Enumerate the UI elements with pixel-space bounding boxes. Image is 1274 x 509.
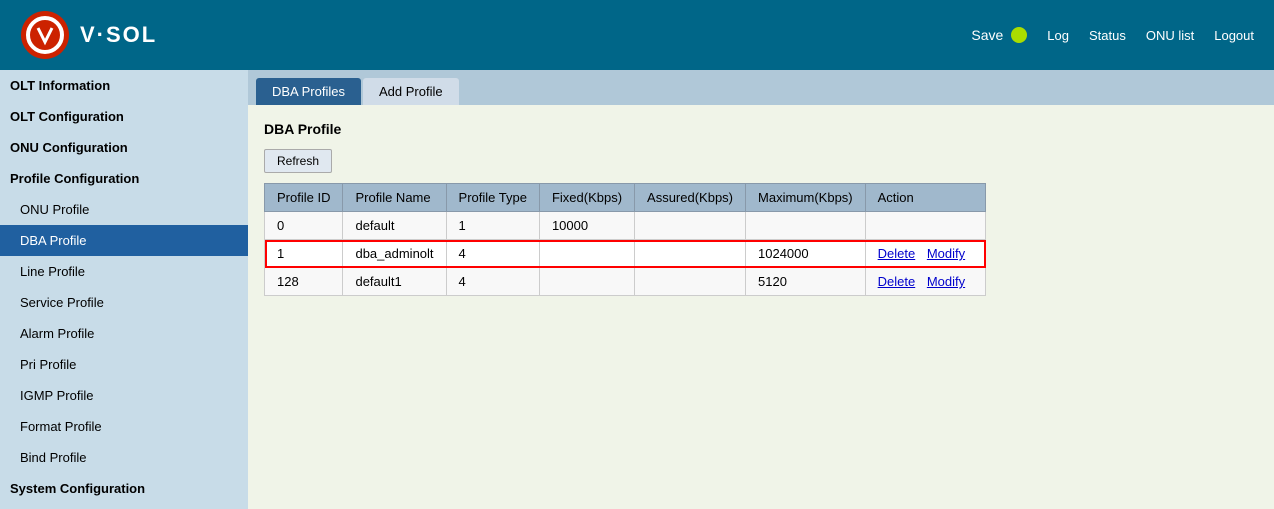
logo-text: V·SOL (80, 22, 157, 48)
sidebar-item-igmp-profile[interactable]: IGMP Profile (0, 380, 248, 411)
vsol-logo-icon (20, 10, 70, 60)
dba-profile-table: Profile ID Profile Name Profile Type Fix… (264, 183, 986, 296)
table-row: 128 default1 4 5120 Delete Modify (265, 268, 986, 296)
sidebar-item-service-profile[interactable]: Service Profile (0, 287, 248, 318)
tab-dba-profiles[interactable]: DBA Profiles (256, 78, 361, 105)
table-row: 1 dba_adminolt 4 1024000 Delete Modify (265, 240, 986, 268)
nav-log[interactable]: Log (1047, 28, 1069, 43)
sidebar-item-system-configuration[interactable]: System Configuration (0, 473, 248, 504)
page-title: DBA Profile (264, 121, 1258, 137)
cell-profile-type: 4 (446, 240, 539, 268)
layout: OLT Information OLT Configuration ONU Co… (0, 70, 1274, 509)
col-action: Action (865, 184, 986, 212)
logo-area: V·SOL (20, 10, 157, 60)
cell-fixed (539, 240, 634, 268)
cell-profile-name: default1 (343, 268, 446, 296)
tab-add-profile[interactable]: Add Profile (363, 78, 459, 105)
cell-assured (635, 212, 746, 240)
cell-profile-id: 0 (265, 212, 343, 240)
modify-link-row2[interactable]: Modify (927, 274, 965, 289)
col-assured-kbps: Assured(Kbps) (635, 184, 746, 212)
cell-profile-type: 4 (446, 268, 539, 296)
cell-action (865, 212, 986, 240)
delete-link-row1[interactable]: Delete (878, 246, 916, 261)
header-right: Save Log Status ONU list Logout (971, 27, 1254, 43)
save-label: Save (971, 27, 1003, 43)
col-maximum-kbps: Maximum(Kbps) (746, 184, 866, 212)
cell-profile-id: 128 (265, 268, 343, 296)
save-area: Save (971, 27, 1027, 43)
sidebar-item-format-profile[interactable]: Format Profile (0, 411, 248, 442)
cell-maximum: 1024000 (746, 240, 866, 268)
delete-link-row2[interactable]: Delete (878, 274, 916, 289)
status-dot (1011, 27, 1027, 43)
cell-assured (635, 268, 746, 296)
cell-assured (635, 240, 746, 268)
nav-status[interactable]: Status (1089, 28, 1126, 43)
table-body: 0 default 1 10000 1 dba_adminolt 4 (265, 212, 986, 296)
cell-maximum: 5120 (746, 268, 866, 296)
table-header: Profile ID Profile Name Profile Type Fix… (265, 184, 986, 212)
cell-profile-name: dba_adminolt (343, 240, 446, 268)
nav-onu-list[interactable]: ONU list (1146, 28, 1194, 43)
cell-profile-type: 1 (446, 212, 539, 240)
sidebar-item-bind-profile[interactable]: Bind Profile (0, 442, 248, 473)
modify-link-row1[interactable]: Modify (927, 246, 965, 261)
cell-maximum (746, 212, 866, 240)
sidebar-item-alarm-profile[interactable]: Alarm Profile (0, 318, 248, 349)
cell-profile-id: 1 (265, 240, 343, 268)
sidebar-item-onu-configuration[interactable]: ONU Configuration (0, 132, 248, 163)
col-profile-name: Profile Name (343, 184, 446, 212)
cell-action: Delete Modify (865, 268, 986, 296)
sidebar-item-pri-profile[interactable]: Pri Profile (0, 349, 248, 380)
sidebar-item-olt-information[interactable]: OLT Information (0, 70, 248, 101)
nav-logout[interactable]: Logout (1214, 28, 1254, 43)
cell-profile-name: default (343, 212, 446, 240)
col-profile-id: Profile ID (265, 184, 343, 212)
col-fixed-kbps: Fixed(Kbps) (539, 184, 634, 212)
sidebar-item-dba-profile[interactable]: DBA Profile (0, 225, 248, 256)
header-nav: Log Status ONU list Logout (1047, 28, 1254, 43)
cell-action: Delete Modify (865, 240, 986, 268)
tab-bar: DBA Profiles Add Profile (248, 70, 1274, 105)
refresh-button[interactable]: Refresh (264, 149, 332, 173)
sidebar-item-profile-configuration[interactable]: Profile Configuration (0, 163, 248, 194)
sidebar-item-olt-configuration[interactable]: OLT Configuration (0, 101, 248, 132)
main-content: DBA Profiles Add Profile DBA Profile Ref… (248, 70, 1274, 509)
sidebar-item-onu-profile[interactable]: ONU Profile (0, 194, 248, 225)
content-area: DBA Profile Refresh Profile ID Profile N… (248, 105, 1274, 312)
col-profile-type: Profile Type (446, 184, 539, 212)
cell-fixed: 10000 (539, 212, 634, 240)
header: V·SOL Save Log Status ONU list Logout (0, 0, 1274, 70)
table-row: 0 default 1 10000 (265, 212, 986, 240)
sidebar-item-line-profile[interactable]: Line Profile (0, 256, 248, 287)
sidebar: OLT Information OLT Configuration ONU Co… (0, 70, 248, 509)
cell-fixed (539, 268, 634, 296)
